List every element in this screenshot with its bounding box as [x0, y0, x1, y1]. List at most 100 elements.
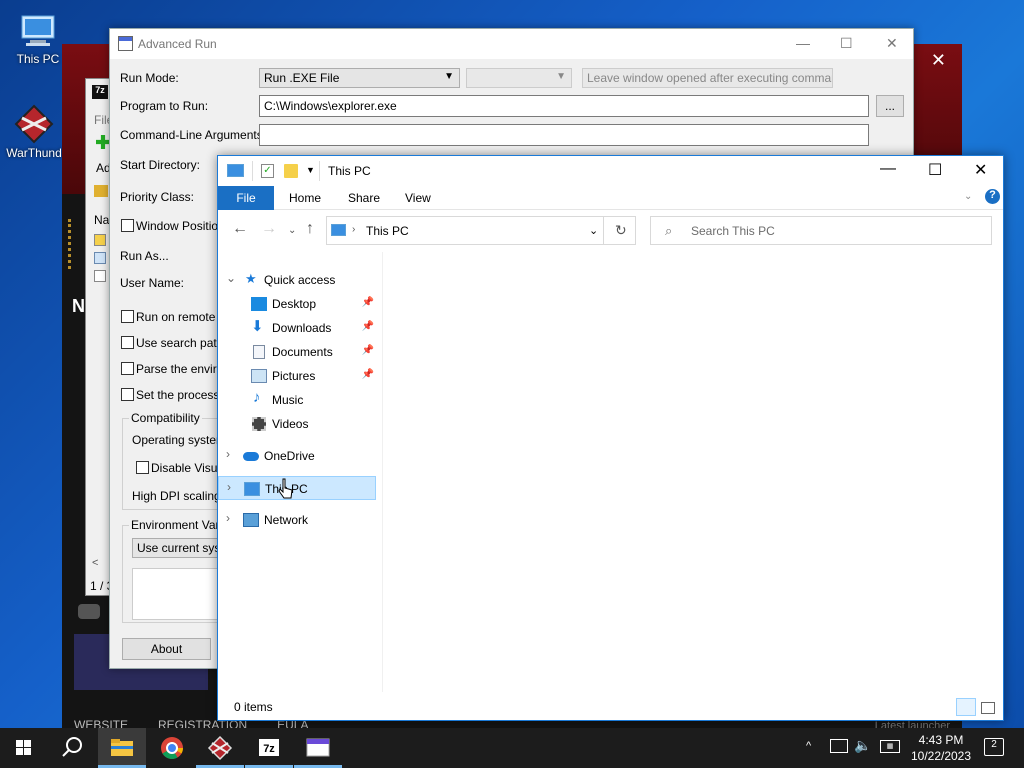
set-process-label: Set the process a	[136, 388, 230, 402]
close-icon[interactable]: ✕	[974, 160, 987, 180]
leave-window-select: Leave window opened after executing comm…	[582, 68, 833, 88]
file-icon	[94, 252, 106, 264]
content-pane[interactable]	[384, 252, 1004, 692]
address-dropdown-icon[interactable]: ⌄	[589, 224, 598, 237]
tree-desktop[interactable]: Desktop 📌	[218, 292, 376, 316]
7zip-taskbar-button[interactable]: 7z	[245, 728, 293, 768]
minimize-icon[interactable]: —	[880, 160, 896, 178]
warthunder-shortcut-icon	[14, 104, 54, 144]
expanded-chevron-icon[interactable]: ⌄	[226, 271, 236, 285]
network-icon	[243, 513, 259, 527]
youtube-icon[interactable]	[78, 604, 100, 619]
scroll-left-icon[interactable]: <	[92, 557, 98, 569]
search-icon: ⌕	[665, 223, 673, 238]
run-remote-checkbox[interactable]	[121, 310, 134, 323]
desktop-icon-this-pc[interactable]: This PC	[8, 10, 68, 66]
tree-music[interactable]: ♪ Music	[218, 388, 376, 412]
recent-locations-icon[interactable]: ⌄	[288, 225, 296, 236]
run-as-label: Run As...	[120, 249, 169, 263]
videos-icon	[252, 417, 266, 431]
minimize-icon[interactable]: —	[796, 35, 810, 51]
back-icon[interactable]: ←	[232, 220, 248, 238]
tree-downloads[interactable]: ⬇ Downloads 📌	[218, 316, 376, 340]
this-pc-title-icon	[227, 164, 244, 177]
maximize-icon[interactable]: ☐	[840, 35, 853, 52]
tray-overflow-chevron-icon[interactable]: ^	[806, 740, 811, 752]
chevron-down-icon: ▼	[556, 71, 566, 82]
desktop-icon-warthunder[interactable]: WarThund	[4, 104, 64, 160]
properties-icon[interactable]: ✓	[261, 164, 274, 178]
chrome-taskbar-button[interactable]	[148, 728, 196, 768]
ribbon-expand-icon[interactable]: ⌄	[964, 191, 972, 202]
breadcrumb-chevron-icon[interactable]: ›	[352, 224, 355, 235]
forward-icon[interactable]: →	[261, 220, 277, 238]
tab-file[interactable]: File	[218, 186, 274, 210]
launcher-close-icon[interactable]: ✕	[931, 50, 946, 71]
start-button[interactable]	[0, 728, 48, 768]
tree-pictures[interactable]: Pictures 📌	[218, 364, 376, 388]
tree-label: Pictures	[272, 369, 316, 383]
clock-date: 10/22/2023	[910, 749, 972, 763]
window-position-checkbox[interactable]	[121, 219, 134, 232]
set-process-checkbox[interactable]	[121, 388, 134, 401]
large-icons-view-icon[interactable]	[981, 702, 995, 714]
search-taskbar-button[interactable]	[48, 728, 96, 768]
tree-videos[interactable]: Videos	[218, 412, 376, 436]
folder-up-icon[interactable]	[94, 185, 108, 197]
close-icon[interactable]: ✕	[886, 35, 898, 52]
details-view-icon[interactable]	[956, 698, 976, 716]
advanced-run-taskbar-button[interactable]	[294, 728, 342, 768]
search-path-label: Use search path f	[136, 336, 231, 350]
address-text: This PC	[366, 224, 409, 238]
pin-icon: 📌	[361, 297, 374, 308]
cloud-icon	[243, 452, 259, 461]
volume-muted-icon[interactable]: 🔈	[854, 737, 871, 754]
tree-documents[interactable]: Documents 📌	[218, 340, 376, 364]
collapsed-chevron-icon[interactable]: ›	[227, 480, 231, 494]
clock-time: 4:43 PM	[918, 733, 964, 747]
tree-this-pc[interactable]: › This PC	[218, 476, 376, 500]
tree-quick-access[interactable]: ⌄ ★ Quick access	[218, 268, 376, 292]
status-item-count: 0 items	[234, 700, 273, 714]
disable-visual-checkbox[interactable]	[136, 461, 149, 474]
help-file-icon	[94, 234, 106, 246]
cmdline-input[interactable]	[259, 124, 869, 146]
os-label: Operating system	[132, 433, 227, 447]
collapsed-chevron-icon[interactable]: ›	[226, 511, 230, 525]
run-mode-select[interactable]: Run .EXE File ▼	[259, 68, 460, 88]
up-icon[interactable]: ↑	[306, 220, 314, 238]
tree-onedrive[interactable]: › OneDrive	[218, 444, 376, 468]
about-button[interactable]: About	[122, 638, 211, 660]
tree-label: Quick access	[264, 273, 336, 287]
run-mode-value: Run .EXE File	[264, 71, 340, 85]
add-icon[interactable]	[96, 135, 110, 149]
tab-share[interactable]: Share	[348, 191, 380, 205]
chevron-down-icon: ▼	[444, 71, 454, 82]
network-tray-icon[interactable]	[830, 739, 848, 753]
warthunder-taskbar-button[interactable]	[196, 728, 244, 768]
browse-button[interactable]: ...	[876, 95, 904, 117]
help-icon[interactable]: ?	[985, 189, 1000, 204]
search-path-checkbox[interactable]	[121, 336, 134, 349]
clock[interactable]: 4:43 PM 10/22/2023	[906, 733, 976, 763]
address-bar[interactable]: › This PC ⌄ ↻	[326, 216, 636, 245]
collapsed-chevron-icon[interactable]: ›	[226, 447, 230, 461]
cmdline-label: Command-Line Arguments:	[120, 128, 267, 142]
qat-dropdown-icon[interactable]: ▼	[306, 165, 315, 175]
ribbon-tabs: File Home Share View ⌄ ?	[218, 186, 1003, 210]
pin-icon: 📌	[361, 321, 374, 332]
7zip-column-name: Na	[94, 213, 110, 227]
notifications-icon[interactable]: 2	[984, 738, 1004, 756]
new-folder-icon[interactable]	[284, 164, 298, 178]
program-input[interactable]: C:\Windows\explorer.exe	[259, 95, 869, 117]
parse-env-checkbox[interactable]	[121, 362, 134, 375]
tab-home[interactable]: Home	[289, 191, 321, 205]
tab-view[interactable]: View	[405, 191, 431, 205]
file-explorer-taskbar-button[interactable]	[98, 728, 146, 768]
downloads-icon: ⬇	[251, 318, 264, 335]
keyboard-icon[interactable]: ▦	[880, 740, 900, 753]
tree-network[interactable]: › Network	[218, 508, 376, 532]
refresh-icon[interactable]: ↻	[615, 222, 627, 239]
maximize-icon[interactable]: ☐	[928, 160, 942, 180]
search-box[interactable]: ⌕ Search This PC	[650, 216, 992, 245]
